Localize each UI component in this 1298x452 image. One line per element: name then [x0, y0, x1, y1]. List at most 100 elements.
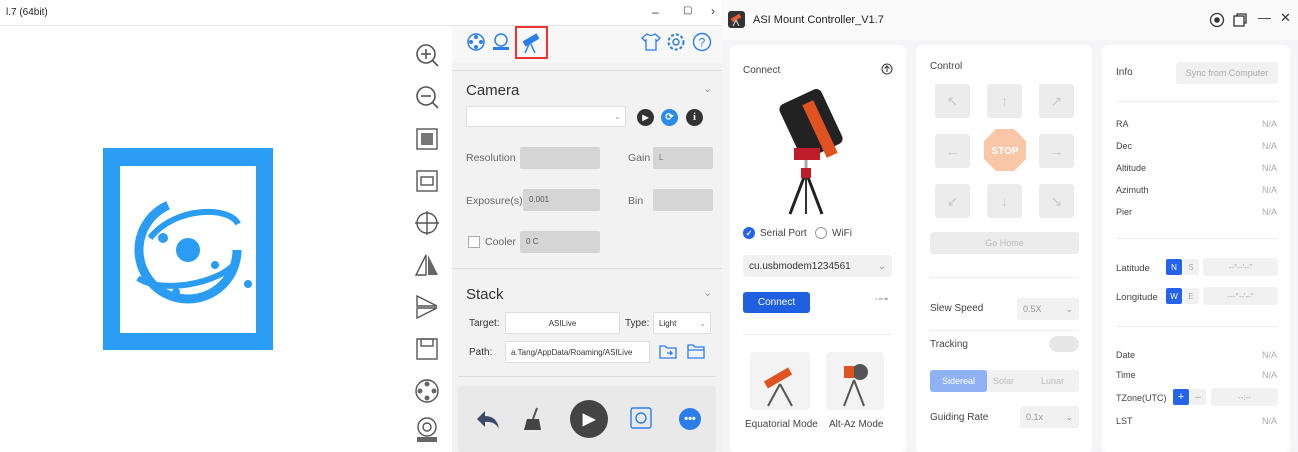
- gear-icon[interactable]: [666, 32, 686, 55]
- undo-icon[interactable]: [475, 409, 501, 434]
- focuser-icon[interactable]: [412, 414, 442, 444]
- control-heading: Control: [930, 61, 963, 72]
- zoom-out-icon[interactable]: [412, 82, 442, 112]
- type-select-value: Light: [659, 318, 677, 328]
- crosshair-icon[interactable]: [412, 208, 442, 238]
- altaz-mode-button[interactable]: [826, 352, 884, 410]
- resolution-label: Resolution: [466, 152, 516, 164]
- filter-wheel-tab-icon[interactable]: [466, 32, 486, 55]
- more-icon[interactable]: •••: [679, 408, 701, 430]
- guiding-rate-select[interactable]: 0.1x ⌄: [1020, 406, 1079, 428]
- record-icon[interactable]: [1209, 12, 1225, 31]
- bin-select[interactable]: [653, 189, 713, 211]
- play-stack-button[interactable]: ▶: [570, 400, 608, 438]
- tzone-plus-button[interactable]: +: [1173, 389, 1189, 405]
- play-icon[interactable]: ▶: [637, 109, 654, 126]
- path-field[interactable]: a.Tang/AppData/Roaming/ASILive: [505, 341, 650, 363]
- save-icon[interactable]: [412, 334, 442, 364]
- gain-field[interactable]: L: [653, 147, 713, 169]
- longitude-west-button[interactable]: W: [1166, 288, 1182, 304]
- cooler-checkbox[interactable]: [468, 236, 480, 248]
- shirt-icon[interactable]: [640, 32, 662, 55]
- app-logo-inner: [120, 166, 256, 333]
- tracking-mode-solar[interactable]: Solar: [993, 376, 1014, 386]
- camera-select[interactable]: ⌄: [466, 106, 626, 127]
- telescope-image: [766, 86, 866, 219]
- refresh-icon[interactable]: ⟳: [661, 109, 678, 126]
- upload-icon[interactable]: [881, 63, 893, 78]
- move-sw-button[interactable]: ↙: [935, 184, 970, 218]
- tracking-mode-sidereal[interactable]: Sidereal: [930, 370, 987, 392]
- move-se-button[interactable]: ↘: [1039, 184, 1074, 218]
- info-icon[interactable]: i: [686, 109, 703, 126]
- fit-window-icon[interactable]: [412, 124, 442, 154]
- move-north-button[interactable]: ↑: [987, 84, 1022, 118]
- latitude-south-button[interactable]: S: [1183, 259, 1199, 275]
- target-field[interactable]: ASILive: [505, 312, 620, 334]
- tracking-toggle[interactable]: [1049, 336, 1079, 352]
- minimize-button[interactable]: –: [652, 5, 659, 19]
- mount-tab-highlight[interactable]: [515, 26, 548, 59]
- dec-value: N/A: [1262, 141, 1278, 151]
- move-nw-button[interactable]: ↖: [935, 84, 970, 118]
- close-mount-button[interactable]: ✕: [1280, 10, 1291, 26]
- tzone-field[interactable]: --:--: [1211, 388, 1278, 406]
- app-icon: [728, 11, 745, 28]
- move-west-button[interactable]: ←: [935, 134, 970, 168]
- serial-port-radio[interactable]: ✓: [743, 227, 755, 239]
- move-east-button[interactable]: →: [1039, 134, 1074, 168]
- longitude-field[interactable]: ---°--'--": [1203, 287, 1278, 305]
- flip-horizontal-icon[interactable]: [412, 250, 442, 280]
- move-south-button[interactable]: ↓: [987, 184, 1022, 218]
- equatorial-mode-button[interactable]: [750, 352, 810, 410]
- left-window-titlebar: l.7 (64bit) – ▢ ›: [0, 0, 722, 26]
- more-button[interactable]: ›: [711, 4, 715, 18]
- lst-label: LST: [1116, 416, 1133, 426]
- port-select[interactable]: cu.usbmodem1234561 ⌄: [743, 255, 892, 277]
- type-select[interactable]: Light ⌄: [653, 312, 711, 334]
- guiding-rate-label: Guiding Rate: [930, 412, 989, 423]
- broom-icon[interactable]: [521, 406, 545, 435]
- camera-collapse-icon[interactable]: ⌄: [703, 82, 712, 95]
- stop-button[interactable]: STOP: [983, 128, 1027, 172]
- latitude-north-button[interactable]: N: [1166, 259, 1182, 275]
- connect-button[interactable]: Connect: [743, 292, 810, 313]
- folder-icon[interactable]: [686, 342, 706, 363]
- tzone-label: TZone(UTC): [1116, 393, 1167, 403]
- time-label: Time: [1116, 370, 1136, 380]
- pier-value: N/A: [1262, 207, 1278, 217]
- azimuth-value: N/A: [1262, 185, 1278, 195]
- help-icon[interactable]: ?: [692, 32, 712, 55]
- filter-wheel-icon[interactable]: [412, 376, 442, 406]
- cooler-field[interactable]: 0 C: [520, 231, 600, 253]
- serial-port-label: Serial Port: [760, 228, 807, 239]
- stack-collapse-icon[interactable]: ⌄: [703, 286, 712, 299]
- pin-window-icon[interactable]: [1232, 12, 1248, 31]
- wifi-radio[interactable]: [815, 227, 827, 239]
- flip-vertical-icon[interactable]: [412, 292, 442, 322]
- altitude-label: Altitude: [1116, 163, 1147, 173]
- focuser-tab-icon[interactable]: [491, 32, 511, 55]
- maximize-button[interactable]: ▢: [683, 5, 692, 16]
- info-heading: Info: [1116, 67, 1133, 78]
- slew-speed-select[interactable]: 0.5X ⌄: [1017, 298, 1079, 320]
- camera-section-title: Camera: [466, 82, 520, 99]
- open-folder-arrow-icon[interactable]: [658, 342, 678, 363]
- minimize-mount-button[interactable]: —: [1258, 10, 1271, 25]
- resolution-field[interactable]: [520, 147, 600, 169]
- longitude-east-button[interactable]: E: [1183, 288, 1199, 304]
- image-icon[interactable]: [629, 406, 653, 433]
- tzone-minus-button[interactable]: –: [1190, 389, 1206, 405]
- latitude-field[interactable]: --°--'--": [1203, 258, 1278, 276]
- svg-text:?: ?: [699, 36, 706, 50]
- exposure-field[interactable]: 0.001: [523, 189, 600, 211]
- azimuth-label: Azimuth: [1116, 185, 1149, 195]
- stack-section-title: Stack: [466, 286, 504, 303]
- sync-from-computer-button[interactable]: Sync from Computer: [1176, 62, 1278, 84]
- go-home-button[interactable]: Go Home: [930, 232, 1079, 254]
- move-ne-button[interactable]: ↗: [1039, 84, 1074, 118]
- zoom-in-icon[interactable]: [412, 40, 442, 70]
- tracking-mode-lunar[interactable]: Lunar: [1041, 376, 1064, 386]
- equatorial-mount-icon: [763, 367, 793, 407]
- actual-size-icon[interactable]: [412, 166, 442, 196]
